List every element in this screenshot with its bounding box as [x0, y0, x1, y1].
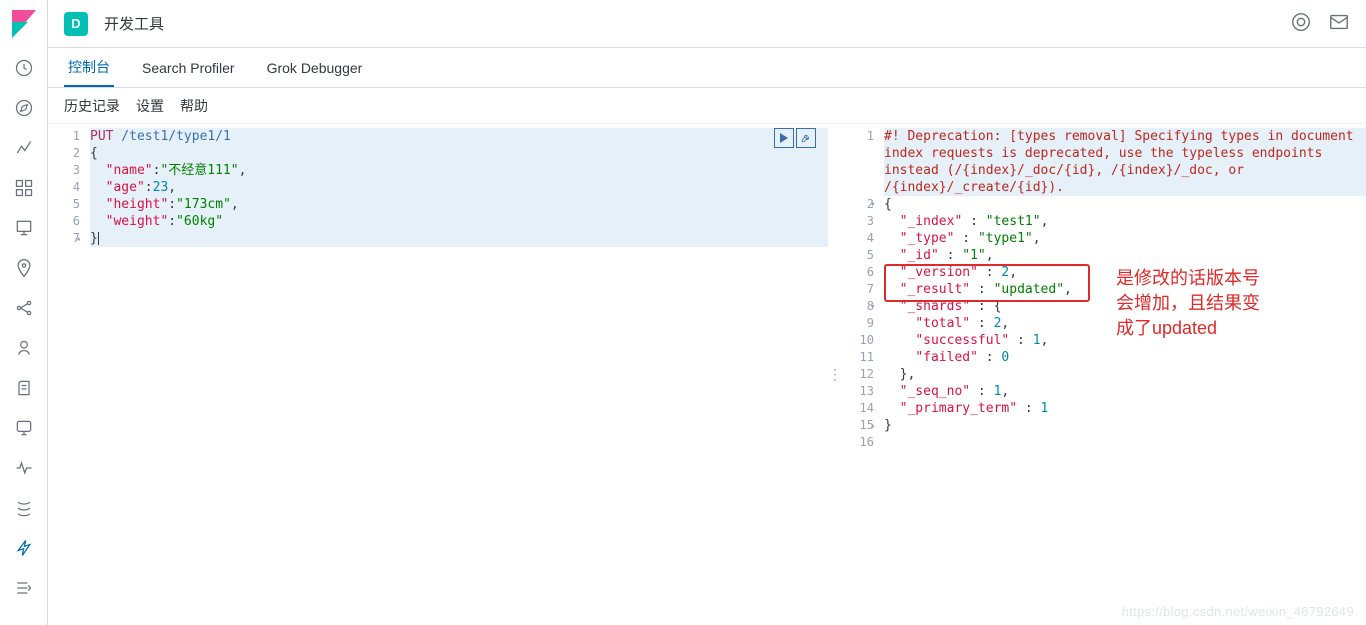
tab-search-profiler[interactable]: Search Profiler [138, 48, 239, 87]
response-pane[interactable]: 1 2 3 4 5 6 7 8 9 10 11 12 13 14 [842, 124, 1366, 625]
siem-icon[interactable] [0, 488, 48, 528]
pane-splitter[interactable]: ⋮ [828, 124, 842, 625]
annotation-highlight [884, 264, 1090, 302]
history-link[interactable]: 历史记录 [64, 96, 120, 116]
request-code[interactable]: PUT /test1/type1/1 { "name":"不经意111", "a… [90, 124, 828, 247]
console-toolbar: 历史记录 设置 帮助 [48, 88, 1366, 124]
settings-link[interactable]: 设置 [136, 96, 164, 116]
fold-marker-icon[interactable]: ▴ [76, 231, 81, 248]
maps-icon[interactable] [0, 248, 48, 288]
app-badge: D [64, 12, 88, 36]
help-link[interactable]: 帮助 [180, 96, 208, 116]
discover-icon[interactable] [0, 88, 48, 128]
visualize-icon[interactable] [0, 128, 48, 168]
response-gutter: 1 2 3 4 5 6 7 8 9 10 11 12 13 14 [842, 124, 884, 451]
request-gutter: 1 2 3 4 5 6 7 [48, 124, 90, 247]
fold-marker-icon[interactable]: ▴ [870, 418, 875, 435]
mail-icon[interactable] [1328, 11, 1350, 36]
app-title: 开发工具 [104, 13, 164, 34]
help-icon[interactable] [1290, 11, 1312, 36]
devtools-icon[interactable] [0, 528, 48, 568]
fold-marker-icon[interactable]: ▾ [870, 197, 875, 214]
main-area: D 开发工具 控制台 Search Profiler Grok Debugger… [48, 0, 1366, 625]
logs-icon[interactable] [0, 368, 48, 408]
apm-icon[interactable] [0, 408, 48, 448]
editor-panes: 1 2 3 4 5 6 7 ▴ PUT /test1/type1/1 { "na… [48, 124, 1366, 625]
request-actions [774, 128, 816, 148]
uptime-icon[interactable] [0, 448, 48, 488]
ml-icon[interactable] [0, 288, 48, 328]
tab-grok-debugger[interactable]: Grok Debugger [263, 48, 367, 87]
dashboard-icon[interactable] [0, 168, 48, 208]
kibana-logo[interactable] [8, 8, 40, 40]
collapse-icon[interactable] [0, 568, 48, 608]
annotation-text: 是修改的话版本号 会增加，且结果变 成了updated [1116, 266, 1260, 342]
watermark: https://blog.csdn.net/weixin_46792649 [1122, 604, 1354, 619]
tabs: 控制台 Search Profiler Grok Debugger [48, 48, 1366, 88]
request-pane[interactable]: 1 2 3 4 5 6 7 ▴ PUT /test1/type1/1 { "na… [48, 124, 828, 625]
run-button[interactable] [774, 128, 794, 148]
topbar: D 开发工具 [48, 0, 1366, 48]
tab-console[interactable]: 控制台 [64, 48, 114, 87]
fold-marker-icon[interactable]: ▾ [870, 299, 875, 316]
wrench-button[interactable] [796, 128, 816, 148]
canvas-icon[interactable] [0, 208, 48, 248]
app-sidebar [0, 0, 48, 625]
recent-icon[interactable] [0, 48, 48, 88]
metrics-icon[interactable] [0, 328, 48, 368]
